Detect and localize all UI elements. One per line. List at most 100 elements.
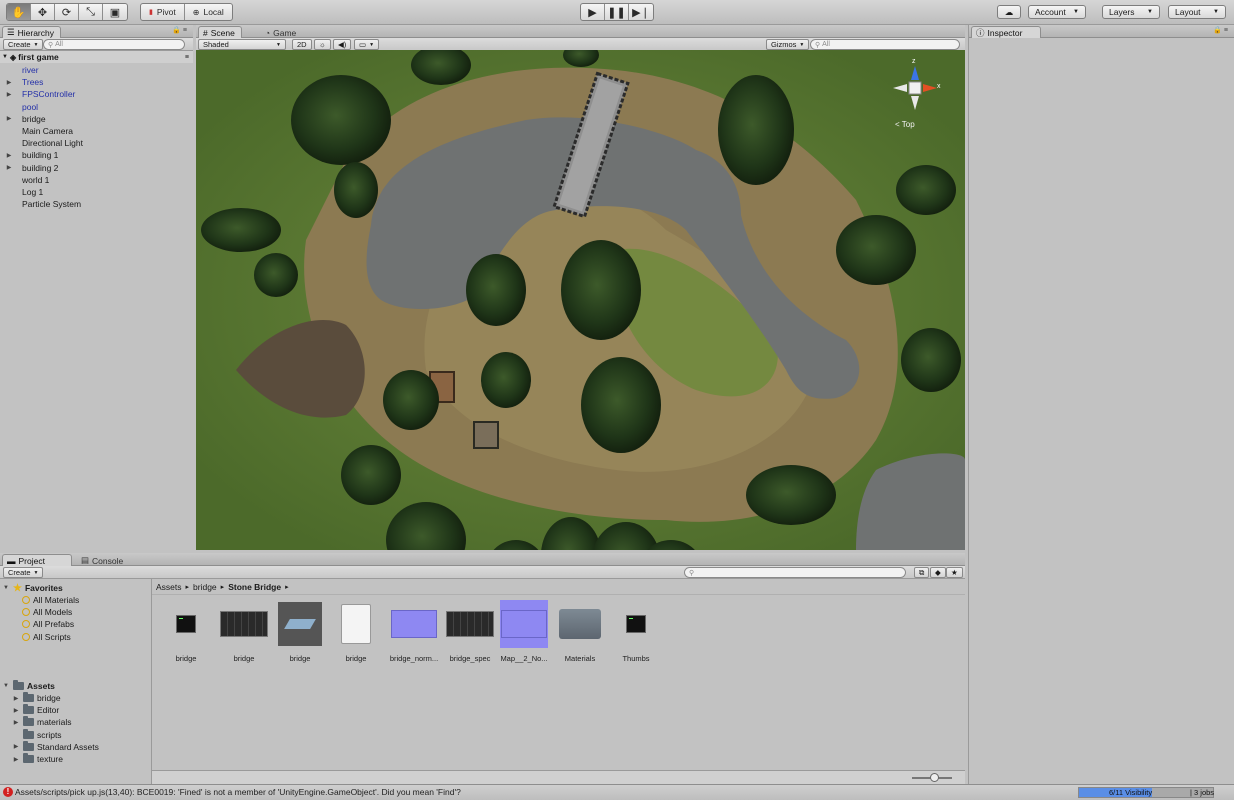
- hierarchy-item[interactable]: ▶ building 2: [4, 162, 59, 174]
- tab-game[interactable]: ◔ Game: [260, 26, 303, 38]
- shading-mode-dropdown[interactable]: Shaded ▼: [198, 39, 286, 50]
- expand-arrow-icon[interactable]: ▶: [12, 707, 20, 714]
- hierarchy-item[interactable]: river: [4, 64, 39, 76]
- slider-thumb[interactable]: [930, 773, 939, 782]
- expand-arrow-icon[interactable]: ▶: [12, 743, 20, 750]
- hierarchy-item[interactable]: ▶ bridge: [4, 113, 46, 125]
- hierarchy-item[interactable]: ▶ building 1: [4, 149, 59, 161]
- asset-folder-label: texture: [37, 754, 63, 764]
- asset-item[interactable]: bridge: [156, 600, 216, 663]
- asset-folder-item[interactable]: ▶ materials: [12, 716, 71, 728]
- tab-scene[interactable]: # Scene: [198, 26, 242, 38]
- scene-viewport[interactable]: z x < Top: [196, 50, 965, 550]
- layers-dropdown[interactable]: Layers ▼: [1102, 5, 1160, 19]
- scene-orientation-gizmo[interactable]: z x < Top: [885, 58, 945, 130]
- favorite-item[interactable]: All Prefabs: [22, 618, 74, 630]
- breadcrumb-item[interactable]: Assets: [156, 582, 182, 592]
- cloud-button[interactable]: ☁: [997, 5, 1021, 19]
- expand-arrow-icon[interactable]: ▶: [12, 756, 20, 763]
- asset-item[interactable]: Materials: [550, 600, 610, 663]
- asset-item[interactable]: Thumbs: [606, 600, 666, 663]
- panel-menu-icon[interactable]: 🔒≡: [1213, 26, 1230, 34]
- favorite-item[interactable]: All Models: [22, 606, 72, 618]
- tab-hierarchy[interactable]: ☰ Hierarchy: [2, 26, 61, 38]
- expand-arrow-icon[interactable]: ▶: [4, 79, 14, 86]
- asset-item[interactable]: Map__2_No...: [494, 600, 554, 663]
- panel-menu-icon[interactable]: 🔒≡: [172, 26, 189, 34]
- rect-tool-icon[interactable]: ▣: [103, 4, 127, 20]
- audio-toggle[interactable]: ◀): [333, 39, 352, 50]
- step-button[interactable]: ▶❘: [629, 4, 653, 20]
- play-button[interactable]: ▶: [581, 4, 605, 20]
- scene-root-row[interactable]: ▼ ◈ first game ≡: [0, 51, 193, 63]
- layout-dropdown[interactable]: Layout ▼: [1168, 5, 1226, 19]
- hierarchy-item[interactable]: ▶ FPSController: [4, 88, 76, 100]
- hierarchy-item[interactable]: Particle System: [4, 198, 81, 210]
- filter-label-button[interactable]: ◆: [930, 567, 946, 578]
- pivot-button[interactable]: ▮ Pivot: [141, 4, 185, 20]
- asset-folder-item[interactable]: ▶ bridge: [12, 692, 61, 704]
- create-dropdown[interactable]: Create ▼: [3, 39, 44, 50]
- tab-project[interactable]: ▬ Project: [2, 554, 72, 566]
- move-tool-icon[interactable]: ✥: [31, 4, 55, 20]
- asset-item[interactable]: bridge: [214, 600, 274, 663]
- hierarchy-item-label: river: [22, 65, 39, 75]
- hierarchy-item-label: world 1: [22, 174, 50, 185]
- local-button[interactable]: ⊕ Local: [185, 4, 232, 20]
- favorite-button[interactable]: ★: [946, 567, 963, 578]
- hierarchy-item[interactable]: Directional Light: [4, 137, 83, 149]
- hierarchy-item[interactable]: pool: [4, 101, 38, 113]
- filter-type-button[interactable]: ⧉: [914, 567, 930, 578]
- grid-icon: #: [203, 27, 208, 38]
- hierarchy-item[interactable]: Main Camera: [4, 125, 73, 137]
- expand-arrow-icon[interactable]: ▶: [4, 164, 14, 171]
- hierarchy-item[interactable]: ▶ Trees: [4, 76, 44, 88]
- gizmos-dropdown[interactable]: Gizmos ▼: [766, 39, 810, 50]
- hierarchy-item[interactable]: world 1: [4, 174, 49, 186]
- breadcrumb-item[interactable]: Stone Bridge: [228, 582, 281, 592]
- tab-console[interactable]: ▤ Console: [76, 554, 130, 566]
- effects-dropdown[interactable]: ▭ ▼: [354, 39, 380, 50]
- script-icon: [162, 600, 210, 648]
- lighting-toggle[interactable]: ☼: [314, 39, 331, 50]
- project-search-input[interactable]: ⚲: [684, 567, 906, 578]
- favorite-item[interactable]: All Scripts: [22, 631, 71, 643]
- scale-tool-icon[interactable]: ⤡: [79, 4, 103, 20]
- breadcrumb-item[interactable]: bridge: [193, 582, 217, 592]
- chevron-down-icon: ▼: [276, 41, 281, 48]
- asset-folder-item[interactable]: ▶ Editor: [12, 704, 59, 716]
- console-error-message[interactable]: Assets/scripts/pick up.js(13,40): BCE001…: [15, 787, 461, 797]
- pause-button[interactable]: ❚❚: [605, 4, 629, 20]
- hierarchy-toolbar: Create ▼ ⚲ All: [0, 38, 193, 51]
- asset-folder-item[interactable]: ▶ texture: [12, 753, 63, 765]
- asset-item[interactable]: bridge_norm...: [384, 600, 444, 663]
- expand-arrow-icon[interactable]: ▶: [12, 719, 20, 726]
- asset-item[interactable]: bridge: [270, 600, 330, 663]
- transform-tools: ✋ ✥ ⟳ ⤡ ▣: [6, 3, 128, 21]
- 2d-toggle[interactable]: 2D: [292, 39, 312, 50]
- hand-tool-icon[interactable]: ✋: [7, 4, 31, 20]
- search-icon: ⚲: [689, 569, 695, 577]
- project-create-dropdown[interactable]: Create ▼: [3, 567, 44, 578]
- rotate-tool-icon[interactable]: ⟳: [55, 4, 79, 20]
- scene-menu-icon[interactable]: ≡: [185, 54, 189, 61]
- asset-item[interactable]: bridge: [326, 600, 386, 663]
- asset-folder-item[interactable]: ▶ Standard Assets: [12, 740, 99, 753]
- assets-header[interactable]: ▼ Assets: [2, 680, 55, 692]
- folder-icon: [23, 740, 34, 751]
- favorite-item[interactable]: All Materials: [22, 594, 79, 606]
- view-mode-label[interactable]: < Top: [895, 120, 915, 129]
- expand-arrow-icon[interactable]: ▶: [4, 152, 14, 159]
- hierarchy-search-input[interactable]: ⚲ All: [43, 39, 185, 50]
- expand-arrow-icon[interactable]: ▶: [12, 695, 20, 702]
- expand-arrow-icon[interactable]: ▶: [4, 91, 14, 98]
- scene-search-input[interactable]: ⚲ All: [810, 39, 960, 50]
- favorites-header[interactable]: ▼ ★ Favorites: [2, 582, 63, 594]
- tab-inspector[interactable]: ⓘ Inspector: [971, 26, 1041, 38]
- hierarchy-item[interactable]: Log 1: [4, 186, 43, 198]
- hierarchy-item-label: Main Camera: [22, 126, 74, 136]
- asset-item[interactable]: bridge_spec: [440, 600, 500, 663]
- expand-arrow-icon[interactable]: ▶: [4, 115, 14, 122]
- account-dropdown[interactable]: Account ▼: [1028, 5, 1086, 19]
- asset-folder-item[interactable]: scripts: [12, 728, 62, 741]
